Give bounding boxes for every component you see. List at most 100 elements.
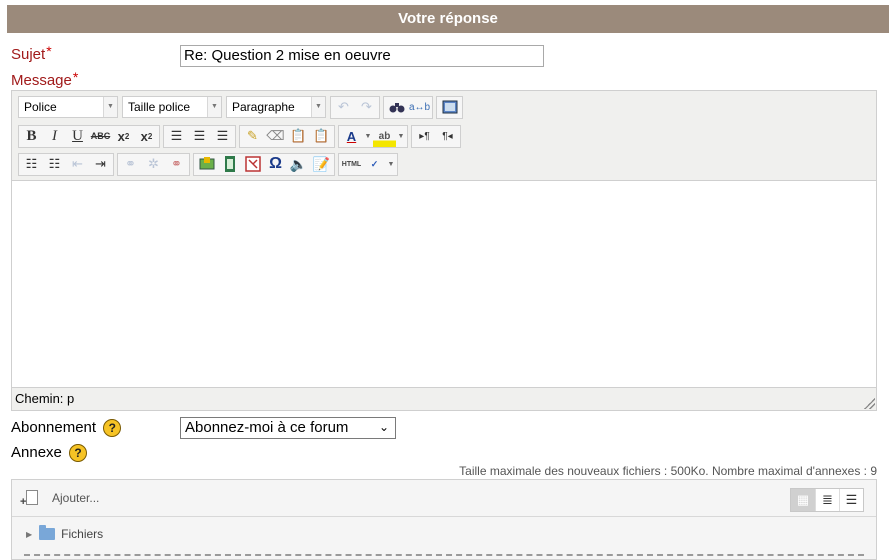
bullet-list-icon[interactable]: ☷ [20,154,43,175]
tree-view-icon[interactable]: ☰ [839,489,863,511]
numbered-list-icon[interactable]: ☷ [43,154,66,175]
subject-label: Sujet* [11,43,52,63]
drop-zone-border [24,554,864,556]
editor-path: Chemin: p [15,391,75,406]
chevron-down-icon[interactable]: ▼ [396,133,406,140]
folder-label: Fichiers [61,527,104,541]
help-icon[interactable]: ? [103,419,122,438]
undo-icon[interactable]: ↶ [332,97,355,118]
search-group: a↔b [383,95,433,119]
toolbar-row-2: B I U ABC x2 x2 ☰ ☰ ☰ ✎ ⌫ 📋 📋 A ▼ ab ▼ ▸… [18,124,464,148]
add-file-button[interactable]: Ajouter... [20,490,100,508]
toolbar-row-1: Police ▼ Taille police ▼ Paragraphe ▼ ↶ … [18,95,466,119]
align-center-icon[interactable]: ☰ [188,126,211,147]
help-icon[interactable]: ? [69,444,88,463]
color-group: A ▼ ab ▼ [338,124,408,148]
max-files-note: Taille maximale des nouveaux fichiers : … [459,464,877,478]
chevron-down-icon: ⌄ [378,420,389,434]
nolink-icon[interactable] [241,154,264,175]
html-icon[interactable]: HTML [340,154,363,175]
grid-view-icon[interactable]: ▦ [791,489,815,511]
replace-icon[interactable]: a↔b [408,97,431,118]
chevron-down-icon: ▼ [207,97,221,117]
spellcheck-icon[interactable]: ✓ [363,154,386,175]
message-label-text: Message [11,72,72,89]
chevron-down-icon[interactable]: ▼ [386,161,396,168]
editor-content-area[interactable] [12,180,876,388]
unlink-icon[interactable]: ✲ [142,154,165,175]
edit-icon[interactable]: 📝 [310,154,333,175]
subject-label-text: Sujet [11,46,46,63]
toolbar-row-3: ☷ ☷ ⇤ ⇥ ⚭ ✲ ⚭ Ω 🔈 📝 HTML ✓ ▼ [18,152,401,176]
font-family-dropdown[interactable]: Police ▼ [18,96,118,118]
view-switcher: ▦ ≣ ☰ [790,488,864,512]
form-header: Votre réponse [7,5,889,33]
subscription-label-text: Abonnement [11,419,97,436]
paste-word-icon[interactable]: 📋 [310,126,333,147]
rich-text-editor: Police ▼ Taille police ▼ Paragraphe ▼ ↶ … [11,90,877,411]
paste-text-icon[interactable]: 📋 [287,126,310,147]
required-mark: * [72,69,79,85]
bold-icon[interactable]: B [20,126,43,147]
outdent-icon[interactable]: ⇤ [66,154,89,175]
expand-triangle-icon[interactable]: ▶ [26,530,32,539]
history-group: ↶ ↷ [330,95,380,119]
superscript-icon[interactable]: x2 [135,126,158,147]
redo-icon[interactable]: ↷ [355,97,378,118]
list-group: ☷ ☷ ⇤ ⇥ [18,152,114,176]
link-group: ⚭ ✲ ⚭ [117,152,190,176]
anchor-icon[interactable]: ⚭ [165,154,188,175]
strikethrough-icon[interactable]: ABC [89,126,112,147]
align-right-icon[interactable]: ☰ [211,126,234,147]
image-icon[interactable] [195,154,218,175]
font-size-value: Taille police [128,100,191,114]
chevron-down-icon[interactable]: ▼ [363,133,373,140]
attachment-label: Annexe ? [11,444,88,463]
align-left-icon[interactable]: ☰ [165,126,188,147]
direction-group: ▸¶ ¶◂ [411,124,461,148]
subscription-select[interactable]: Abonnez-moi à ce forum ⌄ [180,417,396,439]
indent-icon[interactable]: ⇥ [89,154,112,175]
format-dropdown[interactable]: Paragraphe ▼ [226,96,326,118]
media-icon[interactable] [218,154,241,175]
underline-icon[interactable]: U [66,126,89,147]
resize-grip-icon[interactable] [864,398,875,409]
add-file-icon [20,490,38,508]
ltr-icon[interactable]: ▸¶ [413,126,436,147]
chevron-down-icon: ▼ [311,97,325,117]
text-style-group: B I U ABC x2 x2 [18,124,160,148]
subscript-icon[interactable]: x2 [112,126,135,147]
subscription-selected: Abonnez-moi à ce forum [185,419,349,436]
align-group: ☰ ☰ ☰ [163,124,236,148]
eraser-icon[interactable]: ⌫ [264,126,287,147]
required-mark: * [46,43,52,59]
rtl-icon[interactable]: ¶◂ [436,126,459,147]
attachment-label-text: Annexe [11,444,62,461]
subscription-label: Abonnement ? [11,419,122,438]
message-label: Message* [11,69,79,89]
files-folder-node[interactable]: ▶ Fichiers [26,525,104,541]
chevron-down-icon: ▼ [103,97,117,117]
file-manager-toolbar: Ajouter... ▦ ≣ ☰ [12,480,876,517]
clipboard-group: ✎ ⌫ 📋 📋 [239,124,335,148]
font-family-value: Police [24,100,57,114]
highlight-icon[interactable]: ab [373,125,396,147]
fullscreen-group [436,95,463,119]
file-manager: Ajouter... ▦ ≣ ☰ ▶ Fichiers [11,479,877,560]
insert-group: Ω 🔈 📝 [193,152,335,176]
subject-input[interactable]: Re: Question 2 mise en oeuvre [180,45,544,67]
source-group: HTML ✓ ▼ [338,152,398,176]
find-icon[interactable] [385,97,408,118]
add-file-label: Ajouter... [52,490,100,505]
italic-icon[interactable]: I [43,126,66,147]
fullscreen-icon[interactable] [438,97,461,118]
folder-icon [39,525,56,540]
link-icon[interactable]: ⚭ [119,154,142,175]
emoticon-icon[interactable]: 🔈 [287,154,310,175]
font-size-dropdown[interactable]: Taille police ▼ [122,96,222,118]
list-view-icon[interactable]: ≣ [815,489,839,511]
cleanup-icon[interactable]: ✎ [241,126,264,147]
text-color-icon[interactable]: A [340,126,363,147]
special-char-icon[interactable]: Ω [264,154,287,175]
format-value: Paragraphe [232,100,295,114]
